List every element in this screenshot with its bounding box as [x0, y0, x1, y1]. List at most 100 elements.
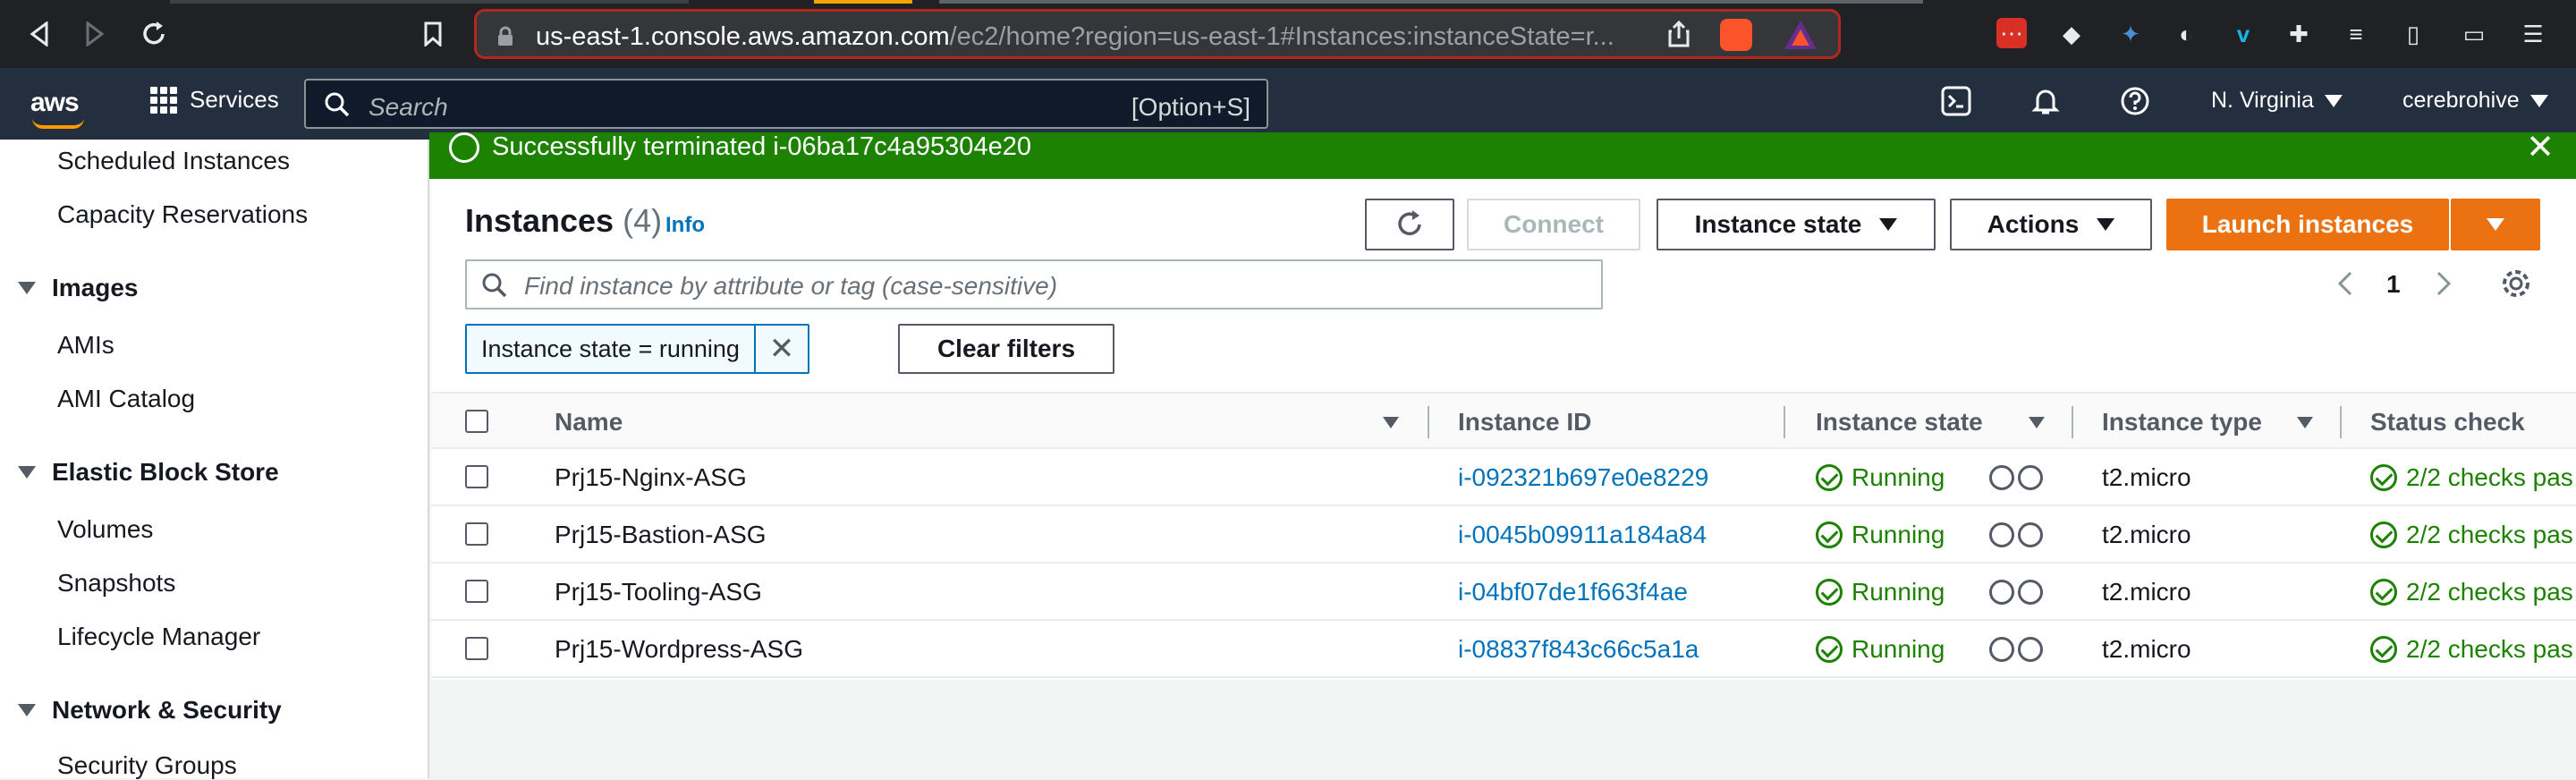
menu-icon[interactable]: ☰ — [2517, 18, 2549, 50]
sidebar-item-ami-catalog[interactable]: AMI Catalog — [57, 385, 195, 413]
sidebar-item-security-groups[interactable]: Security Groups — [57, 751, 237, 780]
clear-filters-button[interactable]: Clear filters — [898, 324, 1114, 374]
circle-extension-icon[interactable]: ◐ — [2170, 18, 2202, 50]
status-check: 2/2 checks pas — [2370, 578, 2573, 606]
check-circle-icon — [1816, 579, 1843, 606]
sort-icon[interactable] — [2029, 417, 2045, 428]
sidebar-item-volumes[interactable]: Volumes — [57, 515, 153, 544]
services-menu[interactable]: Services — [150, 86, 279, 114]
caret-down-icon — [2529, 94, 2548, 107]
connect-button[interactable]: Connect — [1467, 199, 1640, 250]
sidebar-section-ebs[interactable]: Elastic Block Store — [18, 458, 279, 487]
settings-gear-icon[interactable] — [2501, 268, 2531, 305]
sidebar-item-lifecycle-manager[interactable]: Lifecycle Manager — [57, 623, 260, 651]
instance-name: Prj15-Tooling-ASG — [555, 578, 762, 606]
bell-icon[interactable] — [2030, 86, 2061, 123]
search-input[interactable]: Search [Option+S] — [304, 79, 1268, 129]
instance-id-link[interactable]: i-08837f843c66c5a1a — [1458, 635, 1699, 664]
zoom-controls[interactable] — [1989, 522, 2043, 547]
column-resizer[interactable] — [2340, 406, 2342, 438]
table-row[interactable]: Prj15-Bastion-ASG i-0045b09911a184a84 Ru… — [431, 506, 2576, 564]
collapse-icon — [18, 282, 36, 294]
tab-strip-edge — [170, 0, 689, 4]
bookmark-icon[interactable] — [419, 20, 447, 48]
close-icon[interactable]: ✕ — [2526, 131, 2555, 165]
table-row[interactable]: Prj15-Tooling-ASG i-04bf07de1f663f4ae Ru… — [431, 564, 2576, 621]
puzzle-icon[interactable]: ✚ — [2283, 18, 2315, 50]
next-page-icon[interactable] — [2435, 270, 2453, 303]
page-number[interactable]: 1 — [2386, 270, 2401, 299]
sidebar-item-scheduled-instances[interactable]: Scheduled Instances — [57, 147, 290, 175]
launch-dropdown-button[interactable] — [2451, 199, 2540, 250]
info-link[interactable]: Info — [665, 213, 705, 238]
instance-id-link[interactable]: i-092321b697e0e8229 — [1458, 463, 1708, 492]
status-text: 2/2 checks pas — [2406, 463, 2573, 491]
instance-type: t2.micro — [2102, 635, 2191, 663]
zoom-controls[interactable] — [1989, 637, 2043, 662]
check-circle-icon — [2370, 464, 2397, 491]
address-bar[interactable]: us-east-1.console.aws.amazon.com/ec2/hom… — [474, 9, 1841, 59]
instance-id-link[interactable]: i-0045b09911a184a84 — [1458, 521, 1707, 549]
reload-icon[interactable] — [140, 20, 168, 48]
check-circle-icon — [1816, 636, 1843, 663]
column-resizer[interactable] — [2072, 406, 2073, 438]
playlist-icon[interactable]: ≡ — [2340, 18, 2372, 50]
column-header-status-check[interactable]: Status check — [2370, 408, 2525, 437]
row-checkbox[interactable] — [465, 522, 488, 546]
instance-state-button[interactable]: Instance state — [1657, 199, 1936, 250]
search-icon — [324, 91, 351, 123]
region-label: N. Virginia — [2211, 88, 2314, 113]
cloudshell-icon[interactable] — [1941, 86, 1971, 123]
row-checkbox[interactable] — [465, 465, 488, 488]
brave-shield-icon[interactable] — [1720, 19, 1752, 51]
sort-icon[interactable] — [2297, 417, 2313, 428]
sidebar-section-network-security[interactable]: Network & Security — [18, 696, 282, 725]
zoom-controls[interactable] — [1989, 465, 2043, 490]
check-circle-icon — [2370, 636, 2397, 663]
prev-page-icon[interactable] — [2336, 270, 2354, 303]
column-resizer[interactable] — [1428, 406, 1429, 438]
column-resizer[interactable] — [1784, 406, 1785, 438]
vimeo-extension-icon[interactable]: v — [2227, 18, 2259, 50]
zoom-controls[interactable] — [1989, 580, 2043, 605]
column-header-name[interactable]: Name — [555, 408, 623, 437]
remove-filter-icon[interactable]: ✕ — [756, 326, 808, 372]
zoom-in-icon — [1989, 465, 2014, 490]
brave-rewards-icon[interactable] — [1783, 19, 1818, 55]
color-extension-icon[interactable]: ◆ — [2055, 18, 2088, 50]
sort-icon[interactable] — [1383, 417, 1399, 428]
row-checkbox[interactable] — [465, 580, 488, 603]
table-row[interactable]: Prj15-Nginx-ASG i-092321b697e0e8229 Runn… — [431, 449, 2576, 506]
aws-logo[interactable]: aws — [30, 88, 80, 118]
sidebar-section-images[interactable]: Images — [18, 274, 139, 302]
share-icon[interactable] — [1666, 20, 1691, 54]
refresh-button[interactable] — [1365, 199, 1454, 250]
filter-token-label[interactable]: Instance state = running — [467, 326, 756, 372]
forward-icon[interactable] — [80, 20, 109, 48]
table-row[interactable]: Prj15-Wordpress-ASG i-08837f843c66c5a1a … — [431, 621, 2576, 678]
help-icon[interactable] — [2120, 86, 2150, 123]
row-checkbox[interactable] — [465, 637, 488, 660]
column-header-instance-id[interactable]: Instance ID — [1458, 408, 1591, 437]
check-circle-icon — [1816, 464, 1843, 491]
instance-id-link[interactable]: i-04bf07de1f663f4ae — [1458, 578, 1688, 606]
url-host: us-east-1.console.aws.amazon.com — [536, 22, 950, 51]
actions-button[interactable]: Actions — [1950, 199, 2152, 250]
launch-instances-button[interactable]: Launch instances — [2166, 199, 2449, 250]
wallet-icon[interactable]: ▭ — [2458, 18, 2490, 50]
services-label: Services — [190, 86, 279, 113]
region-selector[interactable]: N. Virginia — [2211, 88, 2343, 114]
sidebar-toggle-icon[interactable]: ▯ — [2397, 18, 2429, 50]
bird-extension-icon[interactable]: ✦ — [2114, 18, 2147, 50]
zoom-in-icon — [1989, 637, 2014, 662]
column-header-instance-state[interactable]: Instance state — [1816, 408, 1983, 437]
instance-filter-input[interactable]: Find instance by attribute or tag (case-… — [465, 259, 1603, 309]
extension-icon[interactable]: ⋯ — [1996, 18, 2027, 48]
account-menu[interactable]: cerebrohive — [2402, 88, 2548, 114]
select-all-checkbox[interactable] — [465, 410, 488, 433]
sidebar-item-amis[interactable]: AMIs — [57, 331, 114, 360]
column-header-instance-type[interactable]: Instance type — [2102, 408, 2262, 437]
sidebar-item-capacity-reservations[interactable]: Capacity Reservations — [57, 200, 308, 229]
back-icon[interactable] — [25, 20, 54, 48]
sidebar-item-snapshots[interactable]: Snapshots — [57, 569, 175, 598]
